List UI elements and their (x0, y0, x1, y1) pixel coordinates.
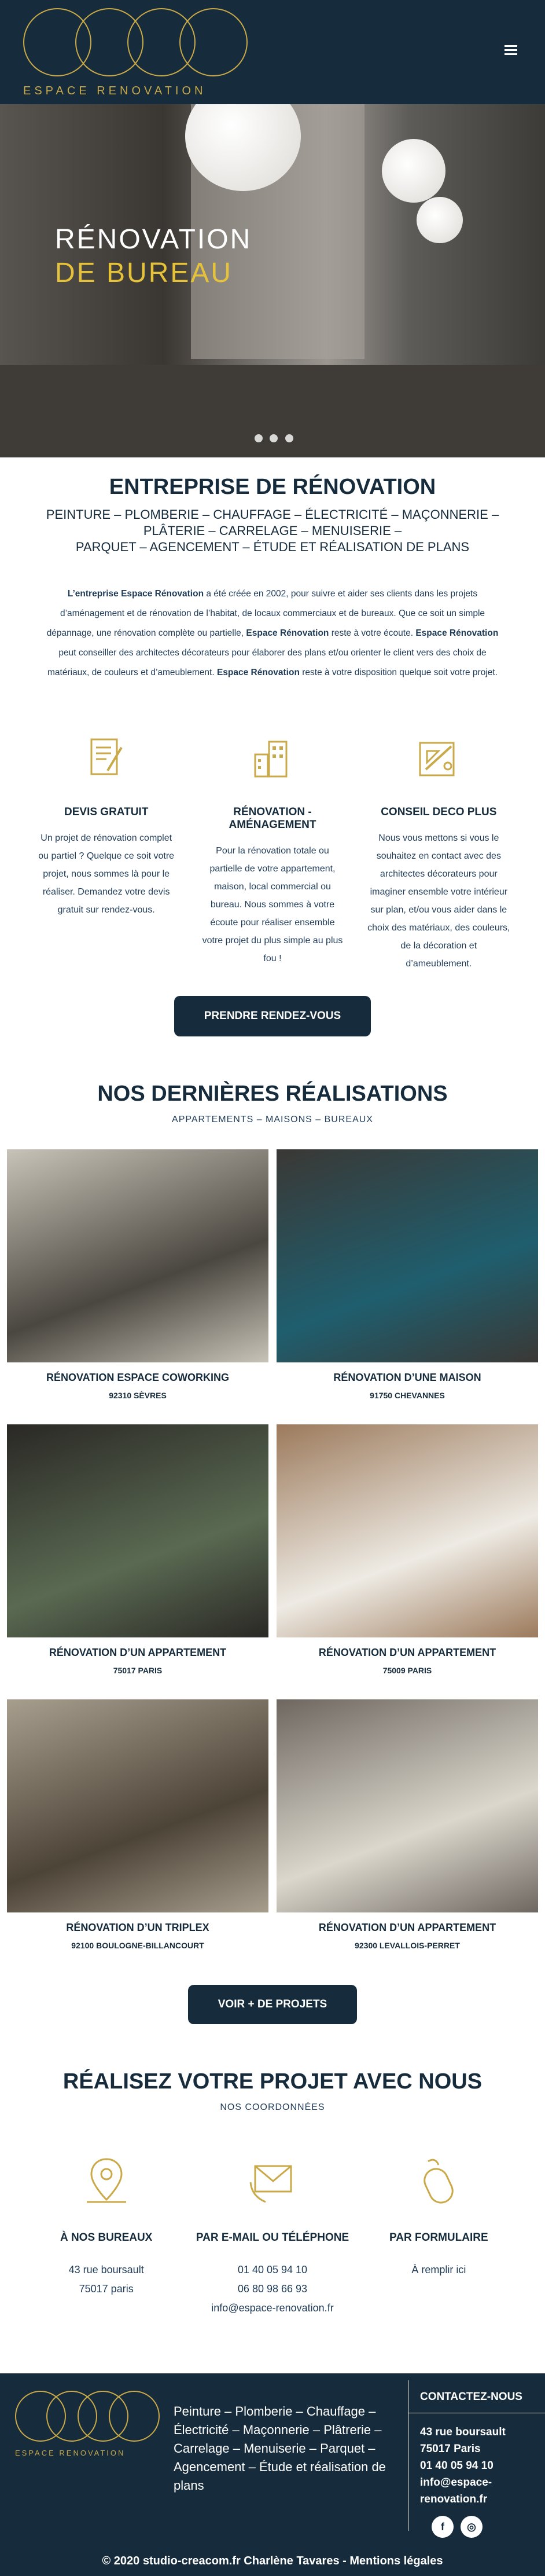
services-row: DEVIS GRATUIT Un projet de rénovation co… (0, 683, 545, 973)
project-image (7, 1699, 268, 1912)
footer-logo-text: ESPACE RENOVATION (15, 2449, 126, 2457)
service-text: Nous vous mettons si vous le souhaitez e… (367, 833, 510, 969)
lamp-image (382, 139, 445, 203)
hero-title: RÉNOVATION DE BUREAU (55, 223, 252, 290)
contact-email-details: 01 40 05 94 10 06 80 98 66 93 info@espace-… (189, 2260, 355, 2318)
appointment-button[interactable]: PRENDRE RENDEZ-VOUS (174, 996, 371, 1036)
contact-row: À NOS BUREAUX 43 rue boursault 75017 pari… (0, 2113, 545, 2350)
footer-services: Peinture – Plomberie – Chauffage – Élect… (174, 2404, 386, 2493)
copyright[interactable]: © 2020 studio-creacom.fr Charlène Tavare… (0, 2555, 545, 2568)
project-caption: RÉNOVATION D’UN TRIPLEX (66, 1922, 209, 1933)
project-card[interactable]: RÉNOVATION ESPACE COWORKING 92310 SÈVRES (7, 1149, 268, 1400)
more-projects-button[interactable]: VOIR + DE PROJETS (188, 1985, 357, 2024)
contact-office-title: À NOS BUREAUX (60, 2231, 153, 2244)
buildings-icon (254, 741, 288, 778)
slider-dot[interactable] (255, 434, 263, 442)
facebook-icon[interactable]: f (432, 2516, 454, 2538)
project-location: 75009 PARIS (382, 1666, 432, 1675)
slider-dot[interactable] (285, 434, 293, 442)
site-header: ESPACE RENOVATION (0, 0, 545, 104)
project-card[interactable]: RÉNOVATION D’UN APPARTEMENT 75009 PARIS (277, 1424, 538, 1675)
contact-form-title: PAR FORMULAIRE (389, 2231, 488, 2244)
logo[interactable]: ESPACE RENOVATION (23, 8, 248, 98)
logo-circles (23, 8, 248, 78)
project-location: 91750 CHEVANNES (370, 1391, 445, 1400)
instagram-icon[interactable]: ◎ (461, 2516, 483, 2538)
project-caption: RÉNOVATION D’UN APPARTEMENT (49, 1647, 227, 1658)
service-deco: CONSEIL DECO PLUS Nous vous mettons si v… (356, 735, 522, 973)
site-footer: ESPACE RENOVATION Peinture – Plomberie –… (0, 2373, 545, 2576)
tools-icon (419, 742, 455, 776)
service-text: Un projet de rénovation complet ou parti… (38, 833, 175, 915)
project-card[interactable]: RÉNOVATION D’UN APPARTEMENT 75017 PARIS (7, 1424, 268, 1675)
project-image (7, 1149, 268, 1362)
slider-dots (255, 434, 298, 445)
mouse-icon (424, 2159, 454, 2204)
hero-title-line1: RÉNOVATION (55, 224, 252, 255)
hero-banner: RÉNOVATION DE BUREAU (0, 104, 545, 457)
project-image (277, 1149, 538, 1362)
project-caption: RÉNOVATION D’UN APPARTEMENT (318, 1647, 496, 1658)
realisations-title: NOS DERNIÈRES RÉALISATIONS (97, 1082, 448, 1106)
phone-link[interactable]: 01 40 05 94 10 (238, 2264, 307, 2275)
contact-title: RÉALISEZ VOTRE PROJET AVEC NOUS (62, 2069, 483, 2094)
contact-office: À NOS BUREAUX 43 rue boursault 75017 pari… (23, 2153, 189, 2350)
services-line: PEINTURE – PLOMBERIE – CHAUFFAGE – ÉLECT… (46, 507, 499, 522)
project-caption: RÉNOVATION D’UNE MAISON (333, 1372, 481, 1383)
contact-email: PAR E-MAIL OU TÉLÉPHONE 01 40 05 94 10 06… (189, 2153, 355, 2350)
lamp-image (417, 197, 463, 243)
service-title: DEVIS GRATUIT (64, 806, 149, 818)
service-title: RÉNOVATION - AMÉNAGEMENT (229, 806, 316, 831)
contact-office-address: 43 rue boursault 75017 paris (68, 2264, 144, 2295)
logo-circle (179, 8, 248, 76)
project-card[interactable]: RÉNOVATION D’UN APPARTEMENT 92300 LEVALL… (277, 1699, 538, 1950)
footer-contact: CONTACTEZ-NOUS 43 rue boursault 75017 Par… (408, 2380, 545, 2538)
footer-email[interactable]: info@espace-renovation.fr (420, 2476, 492, 2505)
project-card[interactable]: RÉNOVATION D’UN TRIPLEX 92100 BOULOGNE-B… (7, 1699, 268, 1950)
footer-contact-details: 43 rue boursault 75017 Paris 01 40 05 94 1… (420, 2426, 506, 2505)
project-image (277, 1424, 538, 1637)
realisations-subtitle: APPARTEMENTS – MAISONS – BUREAUX (172, 1115, 373, 1124)
project-image (277, 1699, 538, 1912)
contact-email-title: PAR E-MAIL OU TÉLÉPHONE (196, 2231, 349, 2244)
service-text: Pour la rénovation totale ou partielle d… (202, 846, 343, 963)
contact-subtitle: NOS COORDONNÉES (220, 2102, 325, 2112)
logo-text: ESPACE RENOVATION (23, 85, 207, 97)
footer-phone[interactable]: 01 40 05 94 10 (420, 2460, 494, 2472)
document-pen-icon (90, 738, 123, 775)
contact-form: PAR FORMULAIRE À remplir ici (356, 2153, 522, 2350)
project-location: 92300 LEVALLOIS-PERRET (355, 1941, 460, 1950)
email-link[interactable]: info@espace-renovation.fr (211, 2302, 333, 2314)
hero-title-line2: DE BUREAU (55, 258, 233, 288)
contact-form-link[interactable]: À remplir ici (356, 2260, 522, 2280)
phone-link[interactable]: 06 80 98 66 93 (238, 2283, 307, 2295)
service-devis: DEVIS GRATUIT Un projet de rénovation co… (23, 735, 189, 973)
envelope-phone-icon (249, 2165, 292, 2203)
services-line: PARQUET – AGENCEMENT – ÉTUDE ET RÉALISAT… (75, 540, 470, 554)
slider-dot[interactable] (270, 434, 278, 442)
project-location: 92310 SÈVRES (109, 1391, 167, 1400)
map-pin-icon (86, 2158, 126, 2203)
project-caption: RÉNOVATION D’UN APPARTEMENT (318, 1922, 496, 1933)
projects-gallery: RÉNOVATION ESPACE COWORKING 92310 SÈVRES… (0, 1125, 545, 1950)
project-card[interactable]: RÉNOVATION D’UNE MAISON 91750 CHEVANNES (277, 1149, 538, 1400)
project-caption: RÉNOVATION ESPACE COWORKING (46, 1372, 229, 1383)
service-renovation: RÉNOVATION - AMÉNAGEMENT Pour la rénovat… (189, 735, 355, 973)
intro-paragraph: L’entreprise Espace Rénovation a été cré… (46, 589, 499, 677)
intro-section: ENTREPRISE DE RÉNOVATION PEINTURE – PLOM… (0, 457, 545, 683)
service-title: CONSEIL DECO PLUS (381, 806, 497, 818)
footer-logo[interactable]: ESPACE RENOVATION (15, 2391, 160, 2457)
footer-contact-title: CONTACTEZ-NOUS (420, 2391, 522, 2403)
page-title: ENTREPRISE DE RÉNOVATION (109, 475, 436, 499)
project-image (7, 1424, 268, 1637)
hamburger-icon[interactable] (505, 45, 517, 56)
services-subheading: PEINTURE – PLOMBERIE – CHAUFFAGE – ÉLECT… (23, 507, 522, 555)
project-location: 92100 BOULOGNE-BILLANCOURT (71, 1941, 204, 1950)
services-line: PLÂTERIE – CARRELAGE – MENUISERIE – (143, 523, 402, 538)
social-icons: f ◎ (420, 2516, 535, 2538)
project-location: 75017 PARIS (113, 1666, 163, 1675)
